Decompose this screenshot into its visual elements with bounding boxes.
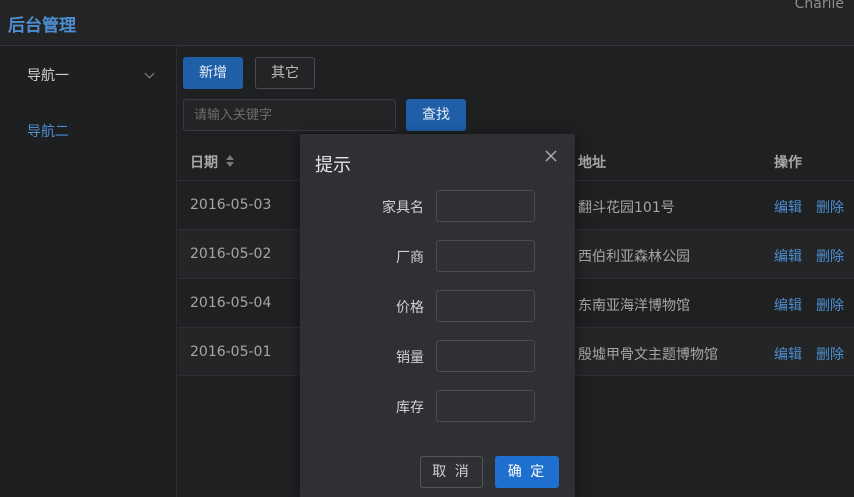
row-address: 西伯利亚森林公园 [578,249,690,265]
edit-link[interactable]: 编辑 [774,246,802,266]
edit-link[interactable]: 编辑 [774,344,802,364]
price-input[interactable] [436,290,535,322]
sort-icon[interactable] [225,154,235,168]
close-icon[interactable] [543,148,559,164]
sidebar: 导航一 导航二 [0,46,177,497]
other-button[interactable]: 其它 [255,57,315,89]
search-input[interactable] [183,99,396,131]
sidebar-item-label: 导航一 [27,68,69,84]
delete-link[interactable]: 删除 [816,344,844,364]
sales-input[interactable] [436,340,535,372]
column-header-date[interactable]: 日期 [190,152,218,172]
dialog-title: 提示 [315,155,351,176]
field-label-price: 价格 [396,300,424,316]
top-header: 后台管理 Charlie [0,0,854,46]
delete-link[interactable]: 删除 [816,246,844,266]
app-title: 后台管理 [8,16,76,36]
stock-input[interactable] [436,390,535,422]
chevron-down-icon [144,68,155,79]
sidebar-item-nav-one[interactable]: 导航一 [0,46,176,102]
add-button[interactable]: 新增 [183,57,243,89]
user-name[interactable]: Charlie [795,0,844,12]
sidebar-item-label: 导航二 [27,124,69,140]
edit-dialog: 提示 家具名 厂商 价格 销量 库存 [300,134,575,497]
row-date: 2016-05-01 [190,344,272,360]
row-address: 殷墟甲骨文主题博物馆 [578,347,718,363]
sidebar-item-nav-two[interactable]: 导航二 [0,102,176,158]
find-button[interactable]: 查找 [406,99,466,131]
row-date: 2016-05-02 [190,246,272,262]
manufacturer-input[interactable] [436,240,535,272]
field-label-manufacturer: 厂商 [396,250,424,266]
row-address: 东南亚海洋博物馆 [578,298,690,314]
column-header-address: 地址 [578,155,606,171]
delete-link[interactable]: 删除 [816,197,844,217]
field-label-sales: 销量 [396,350,424,366]
confirm-button[interactable]: 确 定 [495,456,559,488]
row-date: 2016-05-03 [190,197,272,213]
row-date: 2016-05-04 [190,295,272,311]
field-label-furniture-name: 家具名 [382,200,424,216]
field-label-stock: 库存 [396,400,424,416]
cancel-button[interactable]: 取 消 [420,456,483,488]
column-header-actions: 操作 [774,155,802,171]
row-address: 翻斗花园101号 [578,200,675,216]
edit-link[interactable]: 编辑 [774,197,802,217]
furniture-name-input[interactable] [436,190,535,222]
edit-link[interactable]: 编辑 [774,295,802,315]
delete-link[interactable]: 删除 [816,295,844,315]
